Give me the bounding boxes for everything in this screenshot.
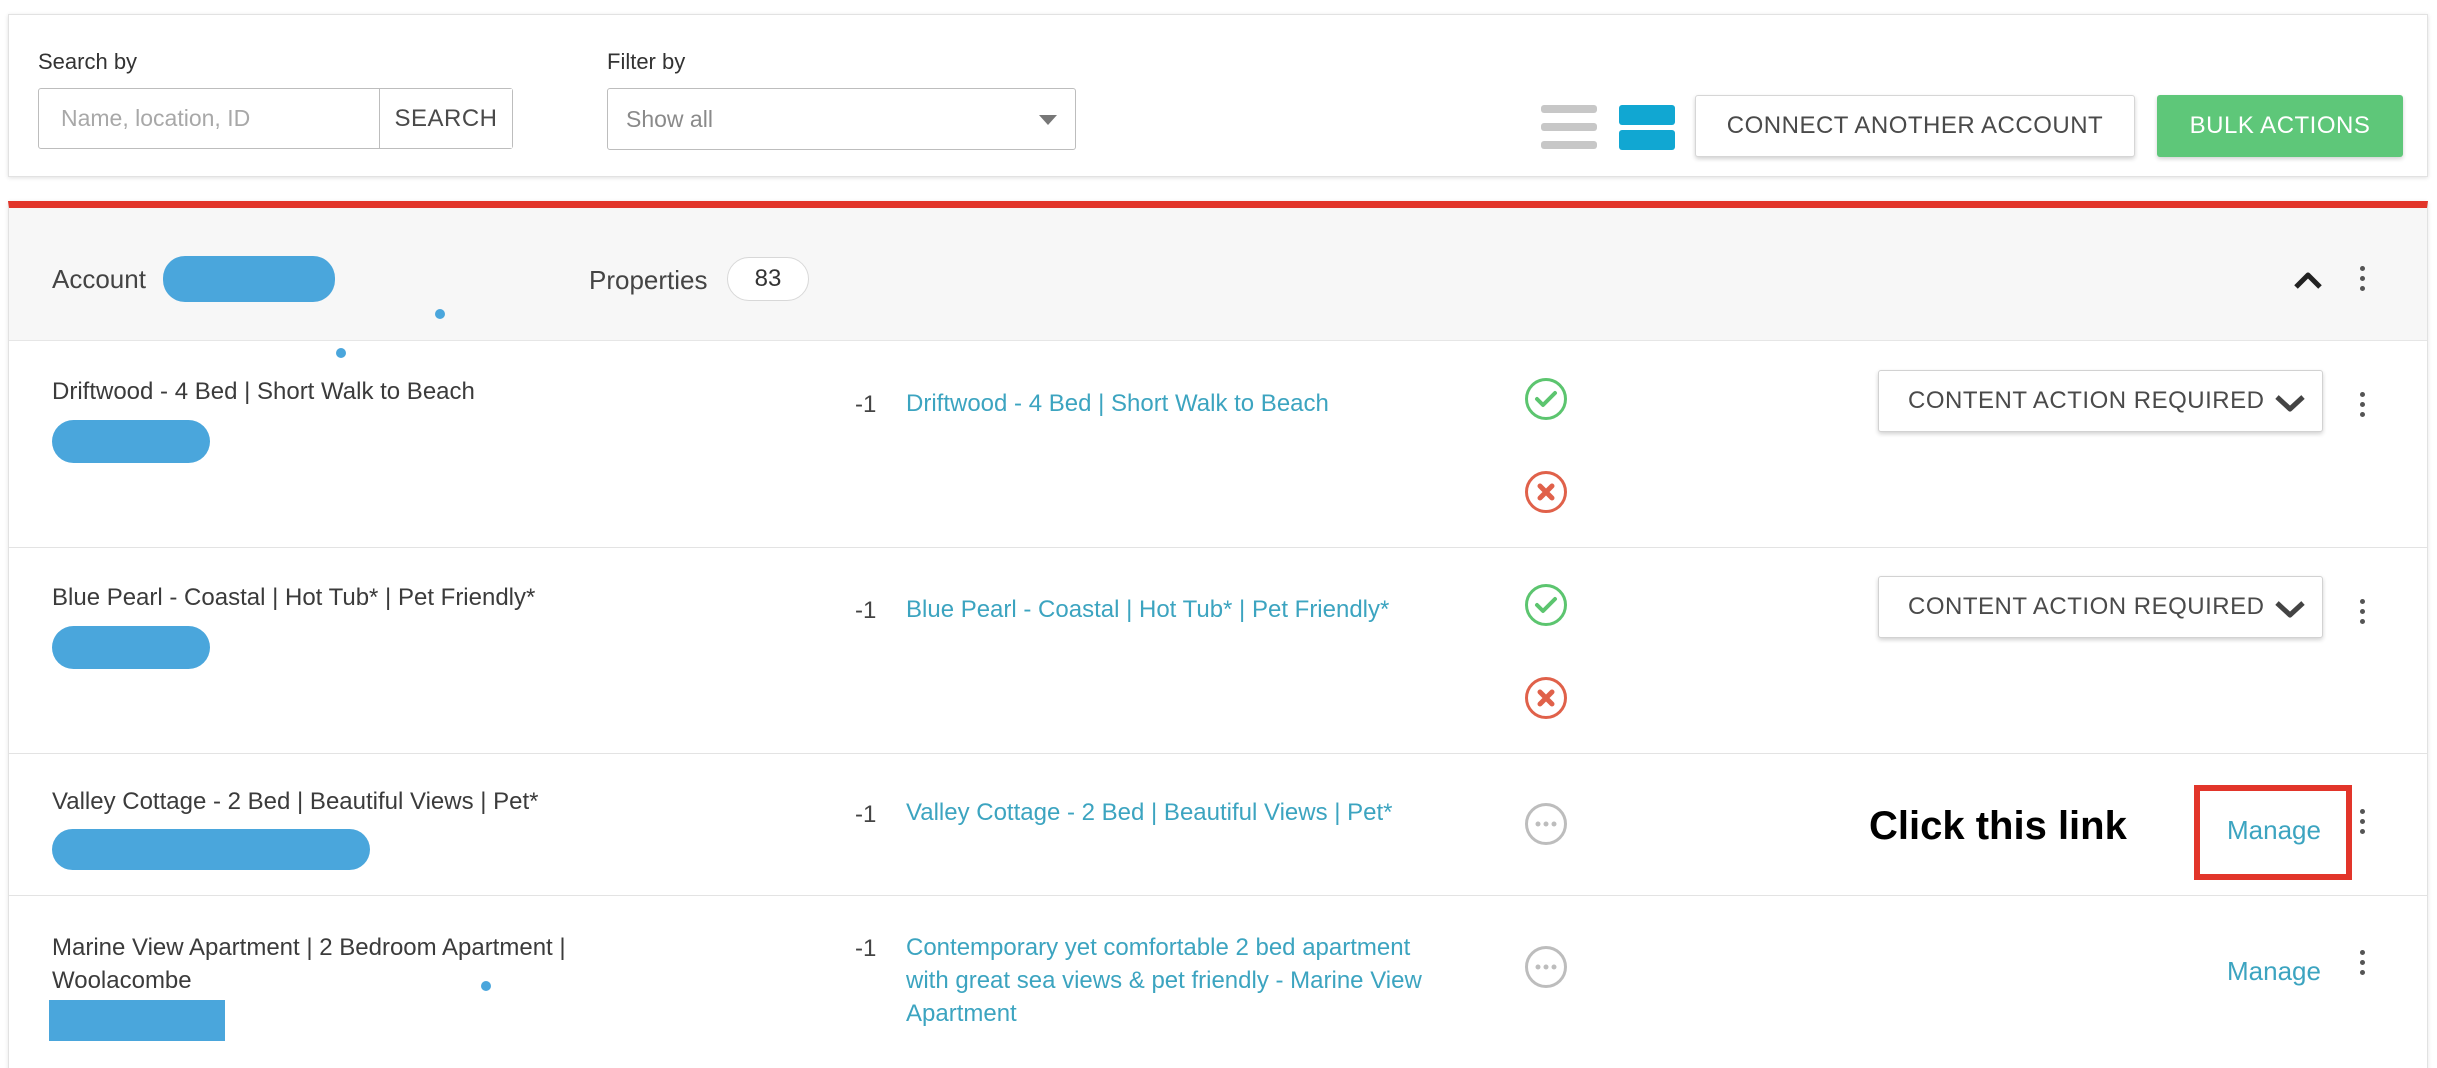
property-link[interactable]: Contemporary yet comfortable 2 bed apart… — [906, 931, 1422, 1030]
property-title-line: Marine View Apartment | 2 Bedroom Apartm… — [52, 934, 566, 961]
row-menu-icon[interactable] — [2357, 392, 2367, 422]
property-number: -1 — [855, 935, 877, 962]
annotation-text: Click this link — [1869, 804, 2127, 848]
property-link[interactable]: Driftwood - 4 Bed | Short Walk to Beach — [906, 387, 1329, 420]
filter-bar: Search by SEARCH Filter by Show all CONN… — [8, 14, 2428, 177]
check-circle-icon — [1525, 584, 1567, 626]
chevron-down-icon — [1039, 115, 1057, 125]
row-menu-icon[interactable] — [2357, 599, 2367, 629]
redacted-property-id — [52, 626, 210, 669]
redacted-account-name — [163, 256, 335, 302]
table-row: Marine View Apartment | 2 Bedroom Apartm… — [9, 896, 2427, 1068]
redacted-property-id — [52, 420, 210, 463]
property-title: Valley Cottage - 2 Bed | Beautiful Views… — [52, 788, 539, 815]
property-title-line: Woolacombe — [52, 967, 192, 994]
filter-select[interactable]: Show all — [607, 88, 1076, 150]
chevron-down-icon — [2275, 601, 2305, 618]
property-link-line: Apartment — [906, 1000, 1017, 1027]
property-link-line: Contemporary yet comfortable 2 bed apart… — [906, 934, 1411, 961]
search-group: SEARCH — [38, 88, 513, 149]
property-title: Blue Pearl - Coastal | Hot Tub* | Pet Fr… — [52, 584, 536, 611]
properties-count-badge: 83 — [727, 257, 809, 301]
table-row: Driftwood - 4 Bed | Short Walk to Beach … — [9, 341, 2427, 548]
property-number: -1 — [855, 801, 877, 828]
pending-circle-icon — [1525, 946, 1567, 988]
redaction-dot — [481, 981, 491, 991]
filter-select-value: Show all — [626, 105, 713, 132]
property-number: -1 — [855, 597, 877, 624]
content-action-label: CONTENT ACTION REQUIRED — [1908, 387, 2265, 414]
error-circle-icon — [1525, 471, 1567, 513]
properties-label: Properties — [589, 265, 708, 295]
connect-account-button[interactable]: CONNECT ANOTHER ACCOUNT — [1695, 95, 2135, 157]
redaction-dot — [435, 309, 445, 319]
property-number: -1 — [855, 391, 877, 418]
property-link[interactable]: Valley Cottage - 2 Bed | Beautiful Views… — [906, 796, 1393, 829]
table-row: Blue Pearl - Coastal | Hot Tub* | Pet Fr… — [9, 548, 2427, 754]
account-header: Account Properties 83 — [9, 208, 2427, 358]
account-label: Account — [52, 264, 146, 294]
manage-link[interactable]: Manage — [2227, 956, 2321, 987]
list-view-icon[interactable] — [1541, 105, 1597, 155]
content-action-dropdown[interactable]: CONTENT ACTION REQUIRED — [1878, 370, 2323, 432]
content-action-label: CONTENT ACTION REQUIRED — [1908, 593, 2265, 620]
search-label: Search by — [38, 49, 138, 74]
card-view-icon[interactable] — [1619, 105, 1675, 155]
manage-link[interactable]: Manage — [2227, 815, 2321, 846]
row-menu-icon[interactable] — [2357, 950, 2367, 980]
redacted-property-id — [52, 829, 370, 870]
search-input[interactable] — [39, 89, 379, 148]
account-panel: Account Properties 83 Driftwood - 4 Bed … — [8, 201, 2428, 1068]
check-circle-icon — [1525, 378, 1567, 420]
account-menu-icon[interactable] — [2357, 266, 2367, 296]
filter-label: Filter by — [607, 49, 686, 74]
redacted-property-id — [49, 1000, 225, 1041]
property-link-line: with great sea views & pet friendly - Ma… — [906, 967, 1422, 994]
property-link[interactable]: Blue Pearl - Coastal | Hot Tub* | Pet Fr… — [906, 593, 1389, 626]
property-title: Driftwood - 4 Bed | Short Walk to Beach — [52, 378, 475, 405]
table-row: Valley Cottage - 2 Bed | Beautiful Views… — [9, 754, 2427, 896]
search-button[interactable]: SEARCH — [379, 89, 512, 148]
chevron-down-icon — [2275, 395, 2305, 412]
row-menu-icon[interactable] — [2357, 809, 2367, 839]
bulk-actions-button[interactable]: BULK ACTIONS — [2157, 95, 2403, 157]
chevron-up-icon[interactable] — [2293, 270, 2323, 290]
pending-circle-icon — [1525, 803, 1567, 845]
error-circle-icon — [1525, 677, 1567, 719]
content-action-dropdown[interactable]: CONTENT ACTION REQUIRED — [1878, 576, 2323, 638]
